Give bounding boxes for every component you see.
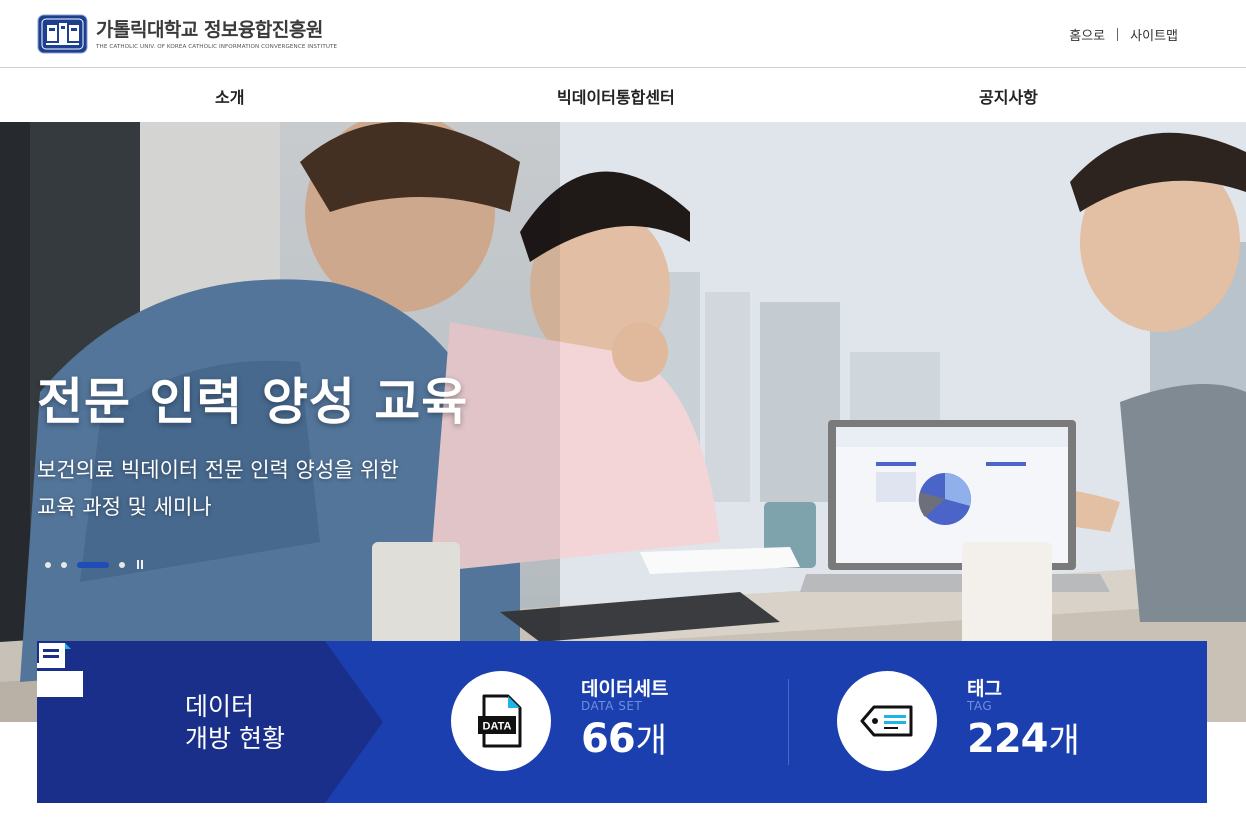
dataset-count: 66 [581,716,636,762]
site-logo[interactable]: 가톨릭대학교 정보융합진흥원 THE CATHOLIC UNIV. OF KOR… [37,14,337,54]
dataset-value: 66 개 [581,713,667,762]
hero-description-line1: 보건의료 빅데이터 전문 인력 양성을 위한 [37,458,399,482]
util-divider [1117,28,1119,41]
tag-unit: 개 [1048,721,1080,761]
dataset-label-en: DATA SET [581,699,643,713]
slide-dot-3-active[interactable] [77,561,109,568]
slide-dot-2[interactable] [61,561,67,568]
data-file-icon-label: DATA [483,721,512,733]
hero-title: 전문 인력 양성 교육 [37,373,469,431]
tag-stat[interactable]: 태그 TAG 224 개 [837,641,1137,803]
nav-item-notice[interactable]: 공지사항 [979,84,1038,108]
dataset-label: 데이터세트 [581,678,669,700]
folder-document-icon [37,643,83,697]
home-link[interactable]: 홈으로 [1069,25,1105,44]
dataset-stat[interactable]: DATA 데이터세트 DATA SET 66 개 [451,641,751,803]
dataset-unit: 개 [635,721,667,761]
data-open-heading-line1: 데이터 [185,692,255,721]
nav-item-intro[interactable]: 소개 [215,84,244,108]
hero-slider: 전문 인력 양성 교육 보건의료 빅데이터 전문 인력 양성을 위한 교육 과정… [0,122,1246,722]
stat-divider [788,679,789,765]
hero-description: 보건의료 빅데이터 전문 인력 양성을 위한 교육 과정 및 세미나 [37,452,517,526]
tag-label: 태그 [967,678,1002,700]
data-open-status-panel: 데이터 개방 현황 DATA 데이터세트 DATA SET 66 개 태그 TA… [37,641,1207,803]
slide-dot-4[interactable] [119,561,125,568]
nav-item-bigdata-center[interactable]: 빅데이터통합센터 [557,84,675,108]
tag-count: 224 [967,716,1048,762]
logo-title: 가톨릭대학교 정보융합진흥원 [96,19,323,41]
site-header: 가톨릭대학교 정보융합진흥원 THE CATHOLIC UNIV. OF KOR… [0,0,1246,68]
tag-icon-circle [837,671,937,771]
main-navigation: 소개 빅데이터통합센터 공지사항 [0,68,1246,122]
slider-pagination [45,560,145,569]
university-emblem-icon [37,14,88,54]
slide-dot-1[interactable] [45,561,51,568]
tag-label-en: TAG [967,699,993,713]
data-open-heading-block: 데이터 개방 현황 [37,641,383,803]
logo-subtitle: THE CATHOLIC UNIV. OF KOREA CATHOLIC INF… [96,44,338,50]
data-open-heading: 데이터 개방 현황 [185,691,285,755]
slider-pause-icon[interactable] [137,560,145,569]
data-file-icon: DATA [478,694,522,748]
tag-value: 224 개 [967,713,1080,762]
dataset-icon-circle: DATA [451,671,551,771]
sitemap-link[interactable]: 사이트맵 [1130,25,1178,44]
data-open-heading-line2: 개방 현황 [185,724,285,753]
tag-icon [860,705,913,737]
hero-description-line2: 교육 과정 및 세미나 [37,495,212,519]
utility-links: 홈으로 사이트맵 [1069,25,1178,44]
